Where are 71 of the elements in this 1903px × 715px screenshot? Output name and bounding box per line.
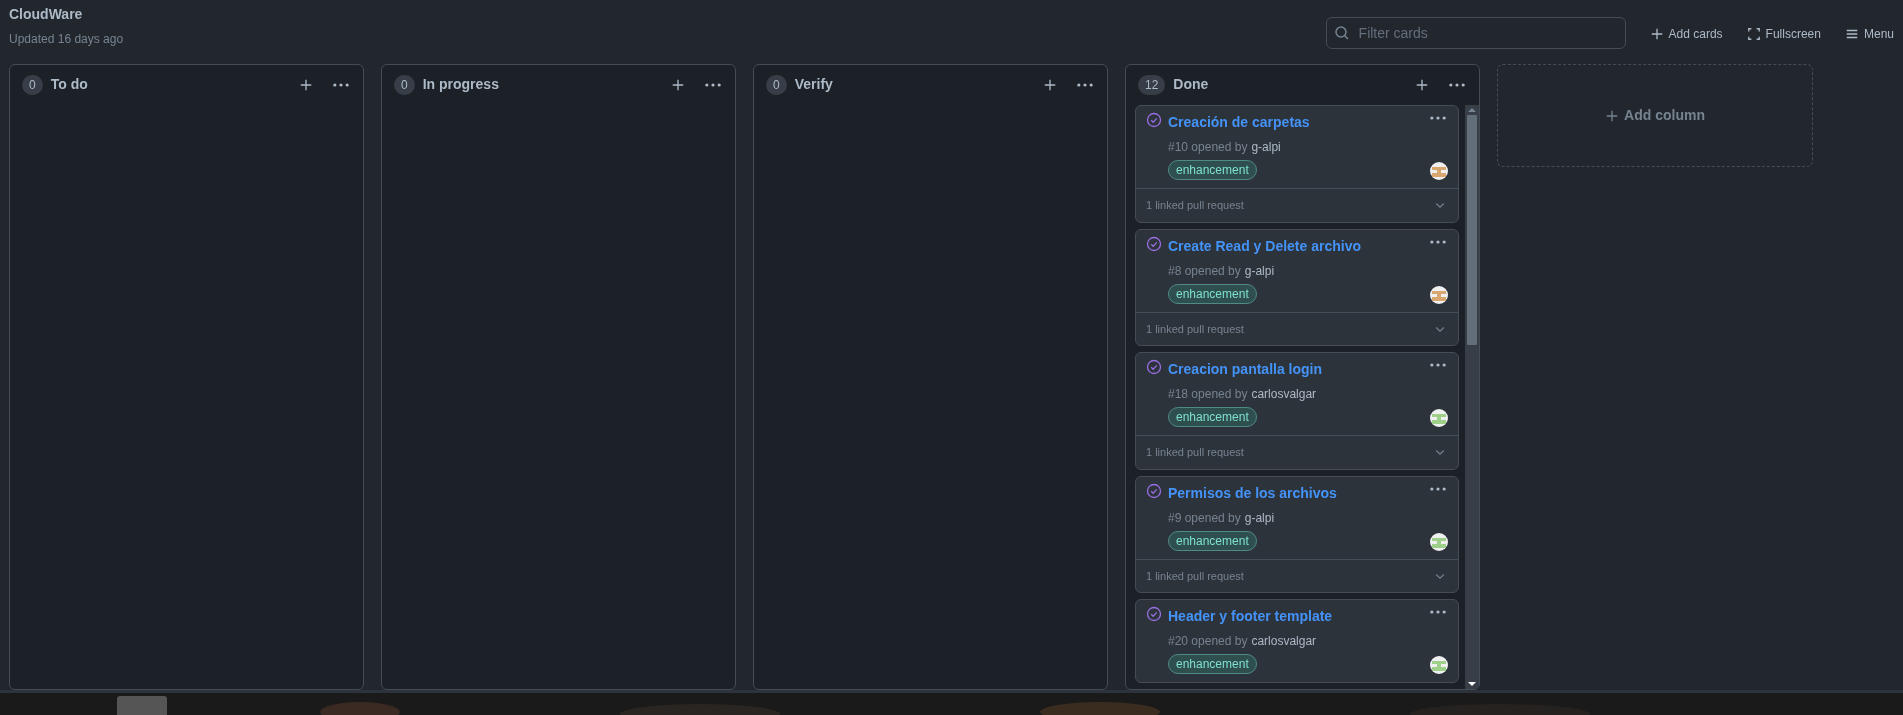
- more-button[interactable]: [703, 82, 723, 87]
- linked-pr-text: 1 linked pull request: [1146, 445, 1244, 460]
- more-button[interactable]: [1428, 116, 1448, 120]
- more-button[interactable]: [1428, 610, 1448, 614]
- board-title: CloudWare: [9, 6, 84, 22]
- more-icon: [1077, 82, 1093, 87]
- menu-button[interactable]: Menu: [1844, 25, 1894, 43]
- label-tag: enhancement: [1168, 654, 1257, 674]
- more-icon: [1430, 116, 1446, 120]
- issue-meta: #9 opened by: [1168, 509, 1241, 527]
- more-icon: [1430, 363, 1446, 367]
- plus-icon: [671, 77, 685, 92]
- fullscreen-icon: [1746, 27, 1761, 41]
- issue-title-link[interactable]: Create Read y Delete archivo: [1168, 235, 1361, 257]
- card-count: 0: [394, 74, 415, 95]
- more-button[interactable]: [1075, 82, 1095, 87]
- issue-title-link[interactable]: Creación de carpetas: [1168, 112, 1310, 133]
- check-circle-icon: [1146, 112, 1162, 128]
- plus-icon: [1415, 77, 1429, 92]
- add-column-button[interactable]: Add column: [1599, 104, 1711, 127]
- card-count: 0: [766, 74, 787, 95]
- plus-icon: [299, 77, 313, 92]
- more-icon: [1430, 239, 1446, 244]
- issue-meta: #18 opened by: [1168, 386, 1248, 403]
- menu-icon: [1844, 27, 1859, 41]
- issue-meta: #8 opened by: [1168, 262, 1241, 280]
- issue-meta: #10 opened by: [1168, 139, 1248, 156]
- author-link[interactable]: carlosvalgar: [1251, 385, 1317, 403]
- more-icon: [1430, 610, 1446, 614]
- more-icon: [1430, 486, 1446, 491]
- author-link[interactable]: carlosvalgar: [1251, 632, 1317, 650]
- check-circle-icon: [1146, 482, 1162, 499]
- more-button[interactable]: [1428, 486, 1448, 491]
- linked-pr-text: 1 linked pull request: [1146, 568, 1244, 584]
- more-button[interactable]: [331, 82, 351, 87]
- fullscreen-button[interactable]: Fullscreen: [1746, 25, 1821, 43]
- issue-title-link[interactable]: Creacion pantalla login: [1168, 359, 1323, 380]
- card-count: 0: [22, 74, 43, 95]
- column-title: Done: [1173, 75, 1209, 94]
- more-icon: [1449, 82, 1465, 87]
- author-link[interactable]: g-alpi: [1244, 261, 1275, 280]
- more-button[interactable]: [1428, 363, 1448, 367]
- issue-title-link[interactable]: Permisos de los archivos: [1168, 482, 1337, 504]
- updated-text: Updated 16 days ago: [9, 31, 124, 48]
- author-link[interactable]: g-alpi: [1251, 138, 1281, 156]
- more-icon: [705, 82, 721, 87]
- search-field[interactable]: Filter cards: [1325, 17, 1626, 49]
- column-title: In progress: [422, 75, 499, 94]
- card-count: 12: [1138, 74, 1166, 95]
- check-circle-icon: [1146, 359, 1162, 375]
- label-tag: enhancement: [1168, 283, 1257, 304]
- plus-icon: [1043, 77, 1057, 92]
- column-title: To do: [50, 75, 88, 94]
- author-link[interactable]: g-alpi: [1244, 508, 1275, 527]
- check-circle-icon: [1146, 235, 1162, 252]
- more-button[interactable]: [1447, 82, 1467, 87]
- add-button[interactable]: Add cards: [1649, 25, 1723, 43]
- scroll-thumb[interactable]: [1467, 115, 1477, 345]
- column-title: Verify: [794, 75, 833, 94]
- linked-pr-text: 1 linked pull request: [1146, 321, 1244, 337]
- linked-pr-text: 1 linked pull request: [1146, 198, 1244, 213]
- check-circle-icon: [1146, 606, 1162, 622]
- issue-title-link[interactable]: Header y footer template: [1168, 606, 1333, 627]
- more-icon: [333, 82, 349, 87]
- label-tag: enhancement: [1168, 530, 1257, 551]
- plus-icon: [1605, 108, 1620, 123]
- plus-icon: [1649, 27, 1664, 41]
- more-button[interactable]: [1428, 239, 1448, 244]
- label-tag: enhancement: [1168, 407, 1257, 427]
- label-tag: enhancement: [1168, 160, 1257, 180]
- issue-meta: #20 opened by: [1168, 633, 1248, 650]
